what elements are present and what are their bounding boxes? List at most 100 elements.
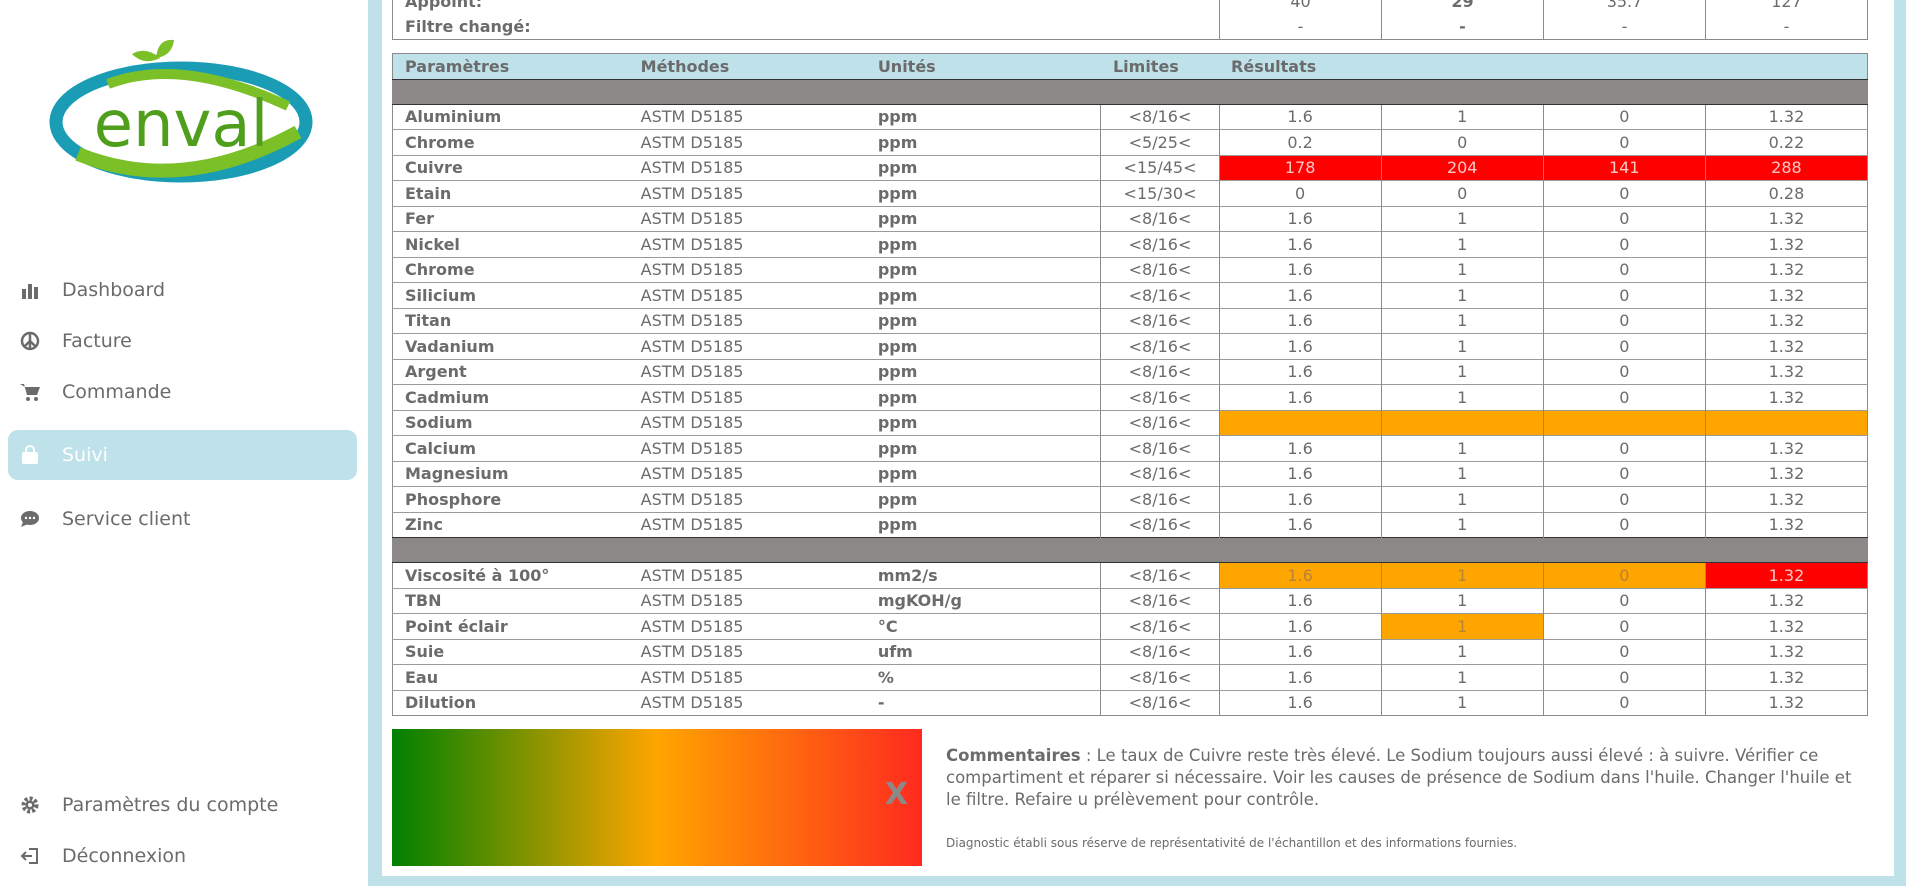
table-row: Argent ASTM D5185 ppm <8/16< 1.6 1 0 1.32 <box>392 358 1868 385</box>
result-value: 1.32 <box>1704 358 1868 385</box>
nav-facture[interactable]: Facture <box>8 316 357 366</box>
result-value: 0 <box>1380 129 1544 155</box>
nav-dashboard[interactable]: Dashboard <box>8 265 357 315</box>
param-name: Chrome <box>392 256 629 283</box>
param-unit: ppm <box>865 435 1101 461</box>
comments-label: Commentaires <box>946 746 1081 765</box>
param-unit: ppm <box>865 486 1101 512</box>
param-limit: <8/16< <box>1100 409 1220 436</box>
result-value: 1 <box>1380 562 1544 588</box>
table-row: Zinc ASTM D5185 ppm <8/16< 1.6 1 0 1.32 <box>392 511 1868 538</box>
param-method: ASTM D5185 <box>628 307 866 334</box>
param-method: ASTM D5185 <box>628 103 866 130</box>
nav-commande[interactable]: Commande <box>8 367 357 417</box>
result-value: 0 <box>1542 435 1706 461</box>
result-value: 1.6 <box>1218 664 1382 690</box>
nav-logout[interactable]: Déconnexion <box>8 831 357 881</box>
param-name: Argent <box>392 358 629 385</box>
result-value: 0 <box>1542 689 1706 716</box>
param-name: Cuivre <box>392 154 629 181</box>
result-value: 1 <box>1380 511 1544 538</box>
result-value: 0.2 <box>1218 129 1382 155</box>
table-row: Suie ASTM D5185 ufm <8/16< 1.6 1 0 1.32 <box>392 638 1868 665</box>
table-row: Viscosité à 100° ASTM D5185 mm2/s <8/16< 1.6… <box>392 562 1868 588</box>
result-value: 1.6 <box>1218 256 1382 283</box>
param-limit: <8/16< <box>1100 587 1220 614</box>
param-unit: ppm <box>865 282 1101 308</box>
result-value: 0 <box>1542 486 1706 512</box>
condition-gauge: X <box>392 729 922 866</box>
param-name: Nickel <box>392 231 629 257</box>
param-name: Eau <box>392 664 629 690</box>
result-value: 0 <box>1542 384 1706 410</box>
appoint-row: Appoint: 40 29 35.7 127 <box>393 0 1868 14</box>
param-unit: °C <box>865 613 1101 639</box>
param-method: ASTM D5185 <box>628 587 866 614</box>
result-value: 0 <box>1542 256 1706 283</box>
param-unit: % <box>865 664 1101 690</box>
nav-suivi-label: Suivi <box>62 444 108 466</box>
param-method: ASTM D5185 <box>628 511 866 538</box>
result-value: 1.32 <box>1704 333 1868 359</box>
result-value: 0 <box>1542 613 1706 639</box>
param-method: ASTM D5185 <box>628 562 866 588</box>
result-value: 0 <box>1218 180 1382 206</box>
sidebar: enval Dashboard Facture Commande Suivi S… <box>0 0 370 886</box>
result-value: 1.6 <box>1218 384 1382 410</box>
result-value: 1 <box>1380 587 1544 614</box>
nav-service-client[interactable]: Service client <box>8 494 357 544</box>
param-method: ASTM D5185 <box>628 358 866 385</box>
param-method: ASTM D5185 <box>628 664 866 690</box>
nav-dashboard-label: Dashboard <box>62 279 166 301</box>
result-value: 1.6 <box>1218 307 1382 334</box>
svg-text:enval: enval <box>94 88 269 162</box>
param-limit: <8/16< <box>1100 613 1220 639</box>
param-name: Chrome <box>392 129 629 155</box>
result-value: 1.32 <box>1704 231 1868 257</box>
param-method: ASTM D5185 <box>628 129 866 155</box>
param-unit: ppm <box>865 129 1101 155</box>
param-unit: ppm <box>865 231 1101 257</box>
table-row: Chrome ASTM D5185 ppm <8/16< 1.6 1 0 1.32 <box>392 256 1868 283</box>
result-value: 178 <box>1218 154 1382 181</box>
result-value: 1.32 <box>1704 460 1868 487</box>
enval-logo: enval <box>49 39 313 183</box>
nav-suivi[interactable]: Suivi <box>8 430 357 480</box>
param-method: ASTM D5185 <box>628 384 866 410</box>
param-unit: - <box>865 689 1101 716</box>
result-value: 1.6 <box>1218 486 1382 512</box>
header-parametres: Paramètres <box>405 56 510 76</box>
result-value: 0 <box>1542 231 1706 257</box>
param-limit: <8/16< <box>1100 435 1220 461</box>
param-unit: ppm <box>865 409 1101 436</box>
nav-account-settings[interactable]: Paramètres du compte <box>8 780 357 830</box>
result-value: 0 <box>1542 205 1706 232</box>
results-table: Paramètres Méthodes Unités Limites Résul… <box>392 53 1868 716</box>
disclaimer: Diagnostic établi sous réserve de représ… <box>946 836 1518 850</box>
result-value: 1 <box>1380 460 1544 487</box>
param-name: Sodium <box>392 409 629 436</box>
result-value <box>1380 409 1544 436</box>
param-method: ASTM D5185 <box>628 205 866 232</box>
result-value <box>1704 409 1868 436</box>
result-value: 0 <box>1542 307 1706 334</box>
param-unit: ufm <box>865 638 1101 665</box>
result-value: 1.6 <box>1218 205 1382 232</box>
result-value: 1.32 <box>1704 307 1868 334</box>
param-limit: <8/16< <box>1100 282 1220 308</box>
filtre-row: Filtre changé: - - - - <box>393 14 1868 40</box>
result-value: 0 <box>1542 282 1706 308</box>
param-limit: <8/16< <box>1100 562 1220 588</box>
result-value: 0 <box>1380 180 1544 206</box>
result-value: 1.32 <box>1704 664 1868 690</box>
table-row: Silicium ASTM D5185 ppm <8/16< 1.6 1 0 1.32 <box>392 282 1868 308</box>
table-row: Aluminium ASTM D5185 ppm <8/16< 1.6 1 0 1.32 <box>392 103 1868 130</box>
result-value: 1 <box>1380 664 1544 690</box>
result-value: 1.32 <box>1704 282 1868 308</box>
bar-chart-icon <box>18 278 42 302</box>
nav-service-client-label: Service client <box>62 508 191 530</box>
param-limit: <8/16< <box>1100 307 1220 334</box>
logout-icon <box>18 844 42 868</box>
result-value: 1 <box>1380 486 1544 512</box>
result-value: 1 <box>1380 256 1544 283</box>
